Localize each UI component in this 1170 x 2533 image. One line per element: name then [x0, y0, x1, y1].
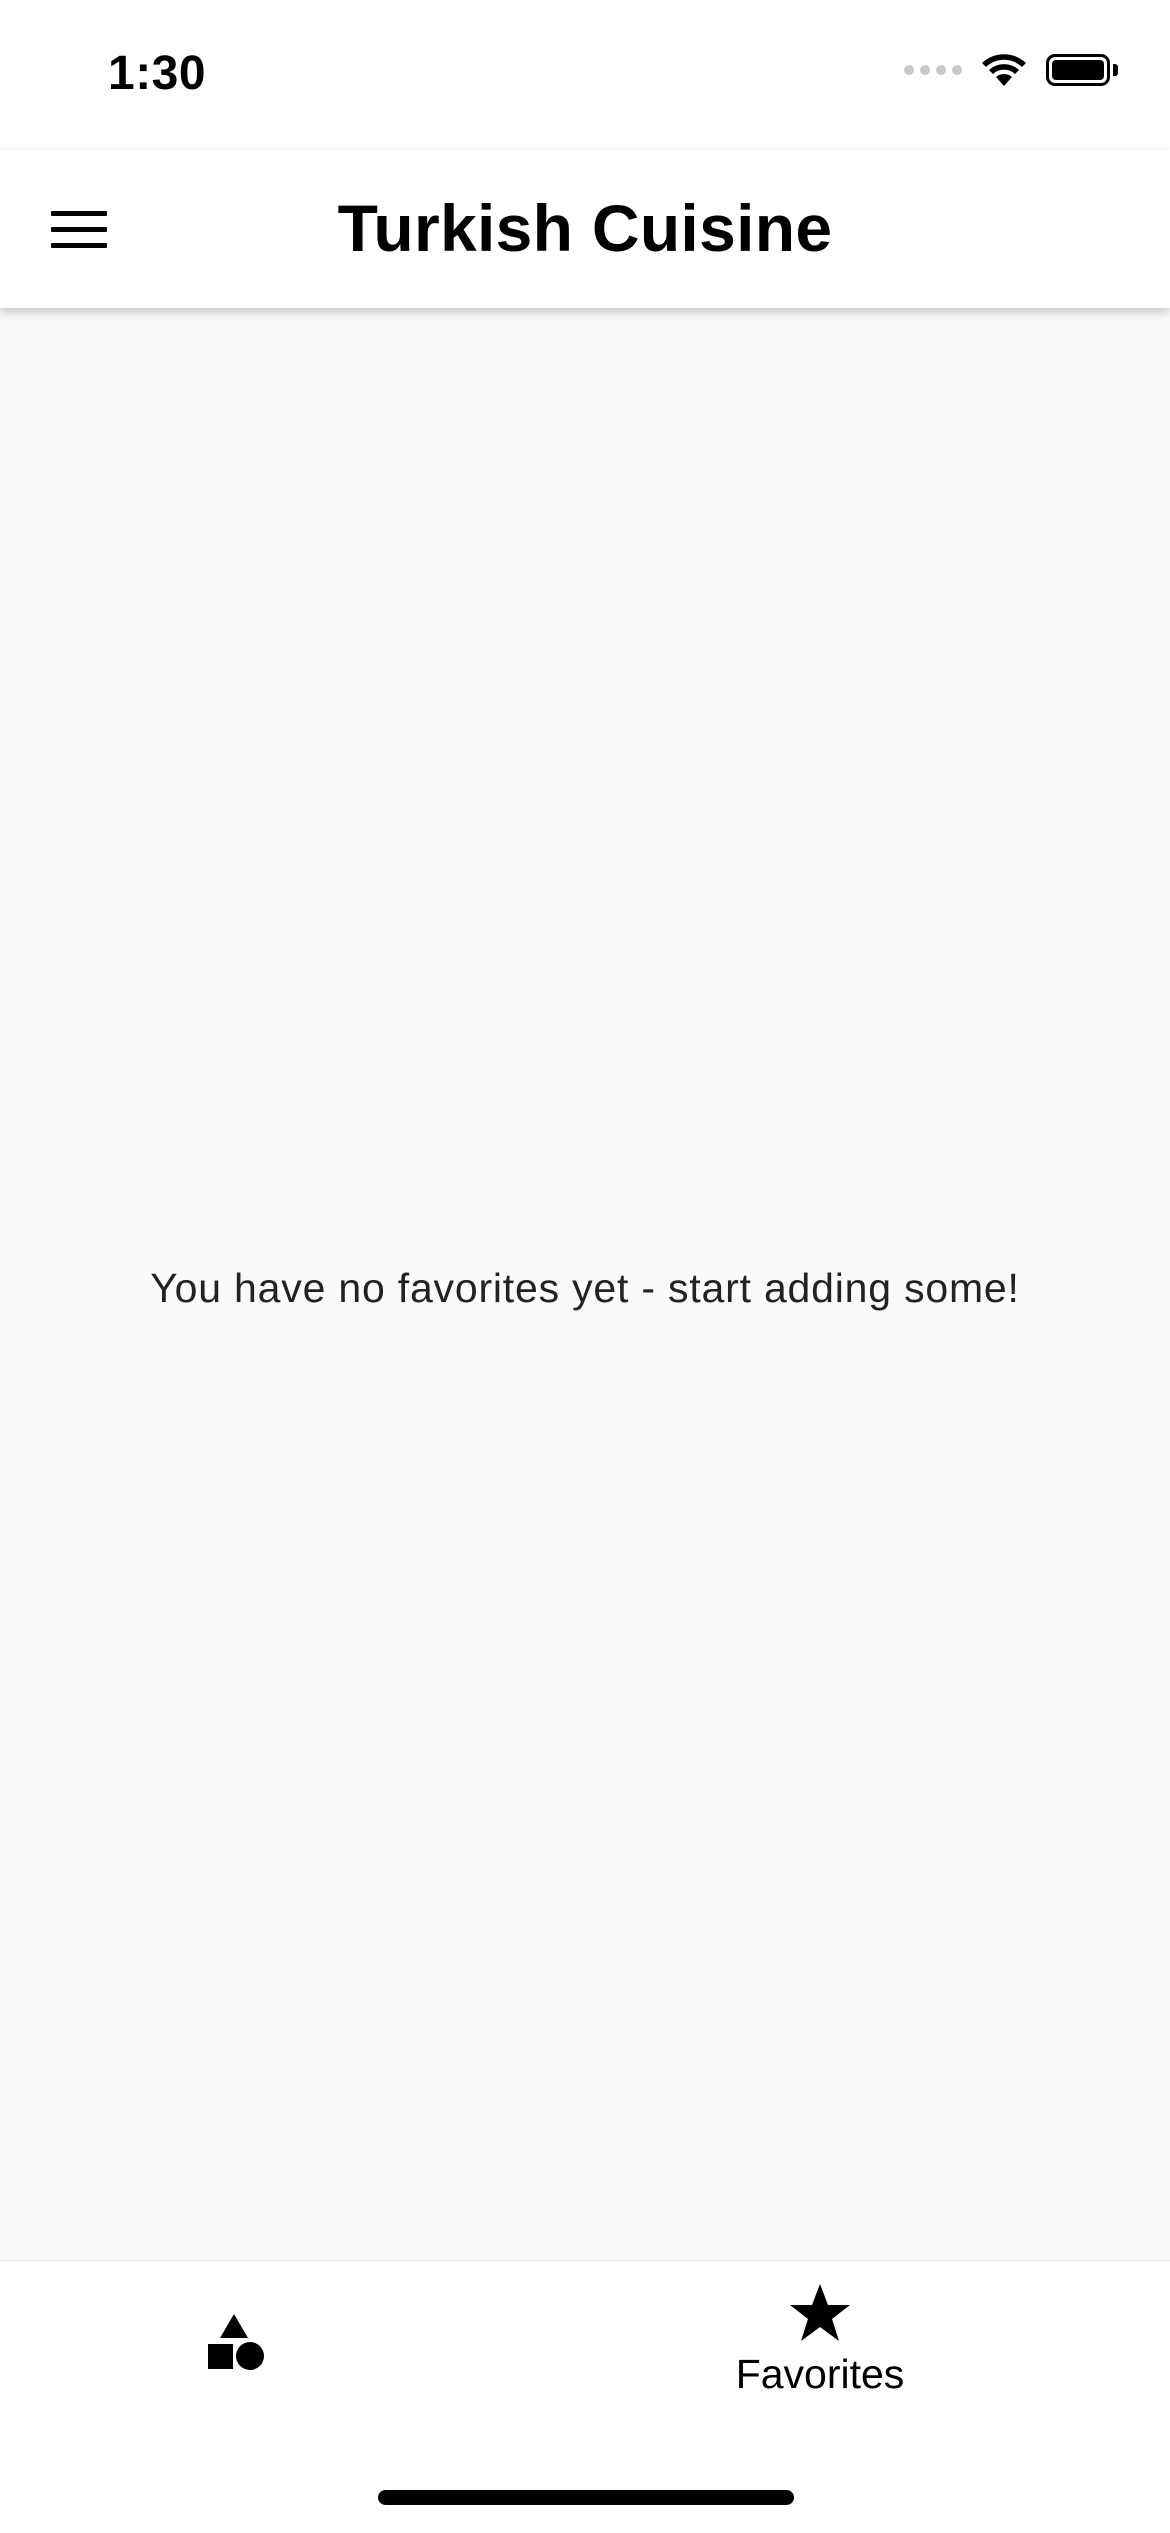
status-icons — [904, 52, 1118, 88]
empty-favorites-message: You have no favorites yet - start adding… — [150, 1265, 1020, 1311]
battery-icon — [1046, 54, 1118, 86]
status-bar: 1:30 — [0, 0, 1170, 150]
wifi-icon — [982, 54, 1026, 86]
star-icon — [790, 2284, 850, 2341]
categories-shapes-icon — [208, 2314, 264, 2370]
tab-categories[interactable] — [135, 2261, 335, 2421]
tab-favorites[interactable]: Favorites — [700, 2261, 940, 2421]
favorites-screen: You have no favorites yet - start adding… — [0, 308, 1170, 2260]
app-bar: Turkish Cuisine — [0, 150, 1170, 308]
cellular-signal-icon — [904, 65, 962, 75]
page-title: Turkish Cuisine — [337, 191, 833, 265]
status-time: 1:30 — [108, 47, 207, 100]
tab-favorites-label: Favorites — [735, 2351, 905, 2397]
home-indicator[interactable] — [378, 2490, 794, 2505]
